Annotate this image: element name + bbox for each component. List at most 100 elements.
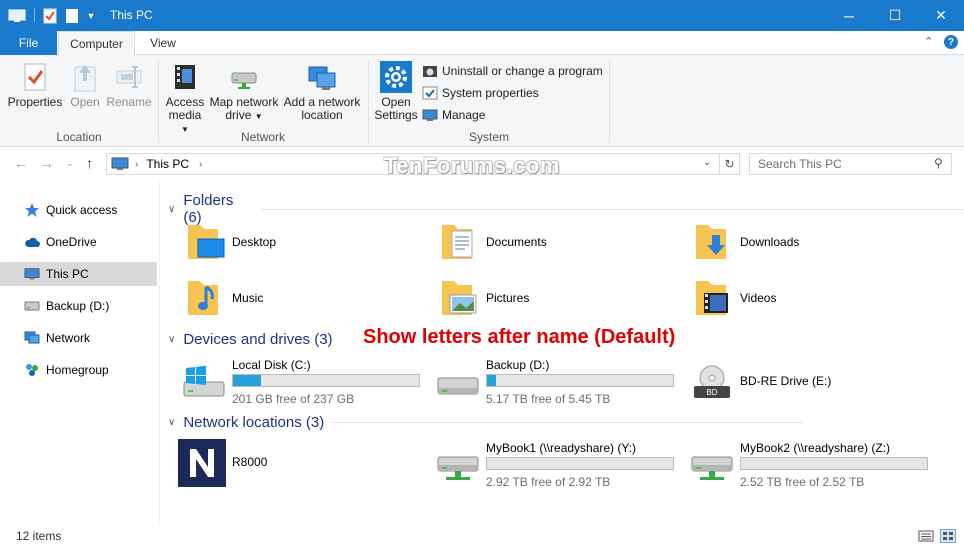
details-view-icon[interactable]: [918, 529, 934, 543]
drive-free-space: 201 GB free of 237 GB: [232, 392, 355, 406]
ribbon: Properties Open Rename Location Access m…: [0, 55, 964, 147]
folder-music[interactable]: Music: [184, 277, 263, 319]
nav-item-network[interactable]: Network: [0, 326, 157, 350]
customize-quick-access-icon[interactable]: ▼: [84, 6, 98, 26]
group-separator: [609, 59, 610, 143]
group-header-folders[interactable]: ∨ Folders (6): [168, 192, 964, 226]
access-media-label-2: media: [168, 108, 202, 122]
maximize-button[interactable]: ☐: [872, 0, 918, 31]
network-location-r8000[interactable]: R8000: [178, 439, 267, 487]
drive-backup-d[interactable]: Backup (D:) 5.17 TB free of 5.45 TB: [436, 358, 676, 406]
pictures-folder-icon: [442, 281, 477, 315]
drive-bd-re-e[interactable]: BD BD-RE Drive (E:): [690, 358, 930, 404]
large-icons-view-icon[interactable]: [940, 529, 956, 543]
manage-button[interactable]: Manage: [422, 107, 485, 123]
open-button[interactable]: Open: [66, 61, 104, 109]
minimize-ribbon-icon[interactable]: ⌃: [924, 35, 933, 48]
nav-item-this-pc[interactable]: This PC: [0, 262, 157, 286]
ribbon-tabs: File Computer View ⌃ ?: [0, 31, 964, 56]
nav-item-homegroup[interactable]: Homegroup: [0, 358, 157, 382]
folder-pictures[interactable]: Pictures: [438, 277, 529, 319]
add-location-label-2: location: [301, 108, 343, 122]
drive-usage-bar: [232, 374, 420, 387]
folder-label: Videos: [740, 291, 777, 305]
uninstall-label: Uninstall or change a program: [442, 64, 603, 78]
group-header-devices[interactable]: ∨ Devices and drives (3): [168, 331, 333, 348]
breadcrumb-chevron-icon[interactable]: ›: [199, 159, 202, 170]
star-icon: [24, 202, 40, 218]
drive-icon: [437, 377, 479, 395]
group-divider: [332, 422, 803, 423]
breadcrumb-chevron-icon[interactable]: ›: [135, 159, 138, 170]
search-box[interactable]: ⚲: [749, 153, 952, 175]
desktop-folder-icon: [188, 225, 225, 259]
help-icon[interactable]: ?: [944, 35, 958, 49]
group-separator: [368, 59, 369, 143]
folder-videos[interactable]: Videos: [692, 277, 776, 319]
back-arrow-icon[interactable]: ←: [14, 155, 28, 171]
nav-item-onedrive[interactable]: OneDrive: [0, 230, 157, 254]
nav-item-quick-access[interactable]: Quick access: [0, 198, 157, 222]
refresh-icon[interactable]: ↻: [719, 154, 739, 174]
network-drive-mybook1-y[interactable]: MyBook1 (\\readyshare) (Y:) 2.92 TB free…: [436, 441, 676, 489]
network-group-label: Network: [240, 130, 285, 144]
system-properties-button[interactable]: System properties: [422, 85, 539, 101]
system-properties-icon: [422, 86, 438, 100]
forward-arrow-icon[interactable]: →: [40, 155, 54, 171]
status-bar: 12 items: [0, 524, 964, 548]
videos-folder-icon: [696, 281, 728, 315]
properties-button[interactable]: Properties: [8, 61, 62, 109]
settings-gear-icon: [380, 61, 412, 93]
manage-icon: [422, 109, 438, 121]
group-title: Devices and drives (3): [183, 331, 333, 348]
nav-item-backup-d[interactable]: Backup (D:): [0, 294, 157, 318]
collapse-chevron-icon[interactable]: ∨: [168, 334, 175, 345]
group-header-network-locations[interactable]: ∨ Network locations (3): [168, 414, 803, 431]
folder-label: Desktop: [232, 235, 277, 249]
collapse-chevron-icon[interactable]: ∨: [168, 417, 175, 428]
nav-label: OneDrive: [46, 235, 97, 249]
computer-icon: [24, 266, 40, 282]
tab-computer[interactable]: Computer: [58, 31, 135, 56]
collapse-chevron-icon[interactable]: ∨: [168, 204, 175, 215]
properties-quick-icon[interactable]: [40, 6, 60, 26]
svg-text:BD: BD: [706, 388, 717, 397]
network-location-label: R8000: [232, 455, 268, 469]
network-drive-mybook2-z[interactable]: MyBook2 (\\readyshare) (Z:) 2.52 TB free…: [690, 441, 930, 489]
rename-button[interactable]: Rename: [106, 61, 152, 109]
access-media-button[interactable]: Access media ▼: [164, 61, 206, 136]
drive-usage-bar: [486, 374, 674, 387]
uninstall-program-button[interactable]: Uninstall or change a program: [422, 63, 603, 79]
search-input[interactable]: [758, 157, 928, 171]
close-button[interactable]: ✕: [918, 0, 964, 31]
drive-local-disk-c[interactable]: Local Disk (C:) 201 GB free of 237 GB: [182, 358, 422, 406]
open-label: Open: [70, 95, 100, 109]
minimize-button[interactable]: ─: [826, 0, 872, 31]
watermark: TenForums.com: [384, 153, 561, 178]
drive-free-space: 5.17 TB free of 5.45 TB: [486, 392, 611, 406]
map-network-drive-button[interactable]: Map network drive ▼: [208, 61, 280, 123]
recent-locations-icon[interactable]: ⌄: [66, 158, 74, 169]
computer-icon[interactable]: [6, 6, 28, 26]
properties-label: Properties: [7, 95, 63, 109]
group-separator: [158, 59, 159, 143]
add-network-location-button[interactable]: Add a network location: [282, 61, 362, 122]
open-settings-button[interactable]: Open Settings: [373, 61, 419, 122]
tab-view[interactable]: View: [140, 31, 186, 55]
tab-file[interactable]: File: [0, 31, 57, 55]
new-folder-quick-icon[interactable]: [63, 6, 81, 26]
uninstall-icon: [423, 66, 437, 77]
properties-icon: [24, 63, 46, 91]
drive-icon: [24, 298, 40, 314]
up-arrow-icon[interactable]: ↑: [86, 155, 93, 171]
drive-name: Local Disk (C:): [232, 358, 311, 372]
folder-downloads[interactable]: Downloads: [692, 221, 799, 263]
breadcrumb-this-pc[interactable]: This PC: [146, 157, 189, 171]
drive-free-space: 2.92 TB free of 2.92 TB: [486, 475, 611, 489]
folder-documents[interactable]: Documents: [438, 221, 547, 263]
documents-folder-icon: [442, 225, 473, 259]
folder-desktop[interactable]: Desktop: [184, 221, 276, 263]
address-dropdown-icon[interactable]: ⌄: [703, 157, 711, 168]
search-icon[interactable]: ⚲: [934, 156, 943, 170]
drive-usage-bar: [486, 457, 674, 470]
